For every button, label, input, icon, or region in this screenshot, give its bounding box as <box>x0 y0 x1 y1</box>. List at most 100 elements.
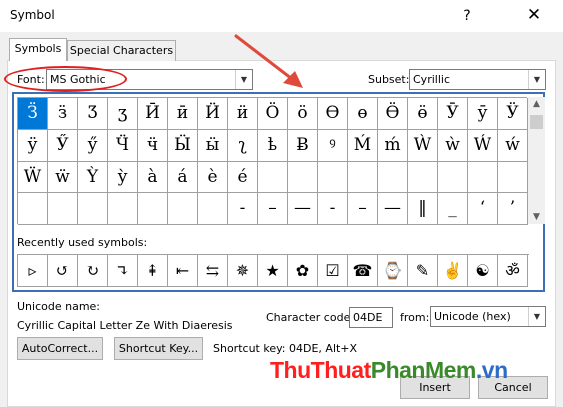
symbol-cell[interactable]: ỳ <box>108 161 138 194</box>
symbol-cell[interactable] <box>288 161 318 194</box>
symbol-cell[interactable]: é <box>228 161 258 194</box>
symbol-cell[interactable]: — <box>288 193 318 225</box>
recent-symbol-cell[interactable]: ☯ <box>468 255 498 287</box>
symbol-grid: ӞӟӠӡӢӣӤӥӦӧӨөӪӫӮӯӰӱӲӳӴӵӸӹʅҍɃꝰḾḿẀẁẂẃ ẄẅỲỳàá… <box>17 97 528 225</box>
recent-symbol-cell[interactable]: ✵ <box>228 255 258 287</box>
symbol-cell[interactable]: ӯ <box>468 98 498 130</box>
symbol-cell[interactable]: Ӯ <box>438 98 468 130</box>
symbol-cell[interactable]: _ <box>438 193 468 225</box>
symbol-cell[interactable]: Ƀ <box>288 129 318 162</box>
symbol-cell[interactable]: Ӟ <box>18 98 48 130</box>
close-button[interactable]: ✕ <box>516 2 552 28</box>
symbol-cell[interactable]: ‖ <box>408 193 438 225</box>
recent-symbol-cell[interactable]: ⌚ <box>378 255 408 287</box>
symbol-cell[interactable]: ẁ <box>438 129 468 162</box>
symbol-cell[interactable]: – <box>348 193 378 225</box>
symbol-cell[interactable]: ꝰ <box>318 129 348 162</box>
recent-symbol-cell[interactable]: ✌ <box>438 255 468 287</box>
symbol-cell[interactable]: ’ <box>498 193 528 225</box>
symbol-cell[interactable]: ӳ <box>78 129 108 162</box>
recent-symbol-cell[interactable]: ☎ <box>348 255 378 287</box>
tab-symbols[interactable]: Symbols <box>9 38 67 61</box>
symbol-cell[interactable] <box>108 193 138 225</box>
symbol-cell[interactable]: ḿ <box>378 129 408 162</box>
symbol-cell[interactable]: ӡ <box>108 98 138 130</box>
symbol-cell[interactable]: Ӵ <box>108 129 138 162</box>
symbol-cell[interactable]: Ӥ <box>198 98 228 130</box>
recent-symbol-cell[interactable]: ⇤ <box>168 255 198 287</box>
recent-symbol-cell[interactable]: ॐ <box>498 255 528 287</box>
from-select[interactable]: Unicode (hex) ▼ <box>430 306 546 327</box>
symbol-cell[interactable]: ӣ <box>168 98 198 130</box>
symbol-cell[interactable]: - <box>318 193 348 225</box>
symbol-cell[interactable]: Ӧ <box>258 98 288 130</box>
recent-symbol-cell[interactable]: ☑ <box>318 255 348 287</box>
symbol-cell[interactable]: ӧ <box>288 98 318 130</box>
symbol-cell[interactable]: ӫ <box>408 98 438 130</box>
recent-symbol-cell[interactable]: ↻ <box>78 255 108 287</box>
help-button[interactable]: ? <box>452 4 482 28</box>
symbol-cell[interactable]: ӱ <box>18 129 48 162</box>
recent-symbol-cell[interactable]: ↺ <box>48 255 78 287</box>
recent-symbol-cell[interactable]: ★ <box>258 255 288 287</box>
symbol-cell[interactable]: — <box>378 193 408 225</box>
symbol-cell[interactable]: Ḿ <box>348 129 378 162</box>
symbol-cell[interactable]: ө <box>348 98 378 130</box>
symbol-cell[interactable]: Ẅ <box>18 161 48 194</box>
recent-symbol-cell[interactable]: ✿ <box>288 255 318 287</box>
symbol-cell[interactable]: Ӹ <box>168 129 198 162</box>
scroll-up-icon[interactable]: ▲ <box>528 99 545 109</box>
autocorrect-button[interactable]: AutoCorrect... <box>17 337 103 360</box>
subset-value: Cyrillic <box>413 73 450 86</box>
symbol-cell[interactable]: á <box>168 161 198 194</box>
symbol-cell[interactable]: Ӱ <box>498 98 528 130</box>
symbol-cell[interactable] <box>168 193 198 225</box>
symbol-cell[interactable]: ẃ <box>498 129 528 162</box>
symbol-cell[interactable] <box>498 161 528 194</box>
symbol-cell[interactable] <box>348 161 378 194</box>
symbol-cell[interactable]: ‘ <box>468 193 498 225</box>
symbol-cell[interactable]: Ӫ <box>378 98 408 130</box>
symbol-cell[interactable]: Ӳ <box>48 129 78 162</box>
recent-symbol-cell[interactable]: ⇆ <box>198 255 228 287</box>
character-code-input[interactable]: 04DE <box>349 307 393 328</box>
symbol-cell[interactable]: ҍ <box>258 129 288 162</box>
symbol-cell[interactable]: Ӣ <box>138 98 168 130</box>
symbol-cell[interactable]: è <box>198 161 228 194</box>
symbol-cell[interactable] <box>198 193 228 225</box>
recent-symbol-cell[interactable]: ⇞ <box>138 255 168 287</box>
symbol-cell[interactable]: Ө <box>318 98 348 130</box>
symbol-cell[interactable]: ӹ <box>198 129 228 162</box>
recent-symbol-cell[interactable]: ▹ <box>18 255 48 287</box>
symbol-cell[interactable]: Ỳ <box>78 161 108 194</box>
scroll-down-icon[interactable]: ▼ <box>528 212 545 222</box>
symbol-cell[interactable] <box>78 193 108 225</box>
symbol-cell[interactable]: – <box>258 193 288 225</box>
symbol-cell[interactable] <box>438 161 468 194</box>
scroll-thumb[interactable] <box>530 115 543 129</box>
symbol-cell[interactable] <box>378 161 408 194</box>
grid-scrollbar[interactable]: ▲ ▼ <box>528 97 545 224</box>
symbol-cell[interactable]: ӵ <box>138 129 168 162</box>
shortcut-key-button[interactable]: Shortcut Key... <box>114 337 203 360</box>
symbol-cell[interactable]: ẅ <box>48 161 78 194</box>
symbol-cell[interactable] <box>258 161 288 194</box>
symbol-cell[interactable]: ʅ <box>228 129 258 162</box>
recent-symbol-cell[interactable]: ✎ <box>408 255 438 287</box>
symbol-cell[interactable]: Ẁ <box>408 129 438 162</box>
recent-symbol-cell[interactable]: ↴ <box>108 255 138 287</box>
symbol-cell[interactable] <box>408 161 438 194</box>
symbol-cell[interactable]: - <box>228 193 258 225</box>
symbol-cell[interactable] <box>468 161 498 194</box>
symbol-cell[interactable] <box>18 193 48 225</box>
symbol-cell[interactable] <box>138 193 168 225</box>
symbol-cell[interactable]: ӟ <box>48 98 78 130</box>
symbol-cell[interactable] <box>318 161 348 194</box>
subset-select[interactable]: Cyrillic ▼ <box>409 69 546 90</box>
tab-special-characters[interactable]: Special Characters <box>67 40 176 61</box>
symbol-cell[interactable] <box>48 193 78 225</box>
symbol-cell[interactable]: à <box>138 161 168 194</box>
symbol-cell[interactable]: ӥ <box>228 98 258 130</box>
symbol-cell[interactable]: Ẃ <box>468 129 498 162</box>
symbol-cell[interactable]: Ӡ <box>78 98 108 130</box>
